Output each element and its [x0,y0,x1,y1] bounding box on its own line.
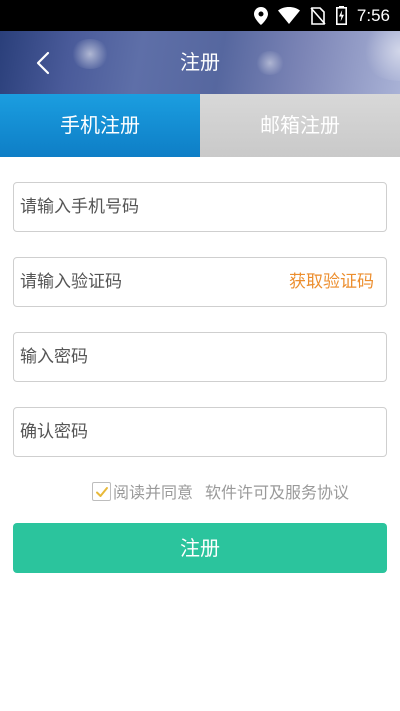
status-bar: 7:56 [0,0,400,31]
password-field [13,332,387,382]
password-input[interactable] [20,333,380,381]
code-input[interactable] [20,258,270,306]
phone-field [13,182,387,232]
header-bar: 注册 [0,31,400,94]
tab-email-register[interactable]: 邮箱注册 [200,94,400,157]
status-time: 7:56 [356,5,390,25]
wifi-icon [277,7,300,24]
confirm-password-input[interactable] [20,408,380,456]
agree-label: 阅读并同意 [113,483,194,502]
location-icon [253,6,268,25]
confirm-password-field [13,407,387,457]
register-submit-button[interactable]: 注册 [13,523,387,573]
agreement-row: 阅读并同意 软件许可及服务协议 [92,479,349,503]
battery-charging-icon [335,6,347,25]
get-code-button[interactable]: 获取验证码 [289,258,374,306]
tab-phone-register[interactable]: 手机注册 [0,94,200,157]
phone-input[interactable] [20,183,380,231]
code-field: 获取验证码 [13,257,387,307]
agree-checkbox[interactable] [92,481,111,501]
checkmark-icon [96,486,108,497]
page-title: 注册 [180,50,220,74]
license-agreement-link[interactable]: 软件许可及服务协议 [205,479,349,503]
no-sim-icon [310,6,326,25]
register-tabs: 手机注册 邮箱注册 [0,94,400,157]
